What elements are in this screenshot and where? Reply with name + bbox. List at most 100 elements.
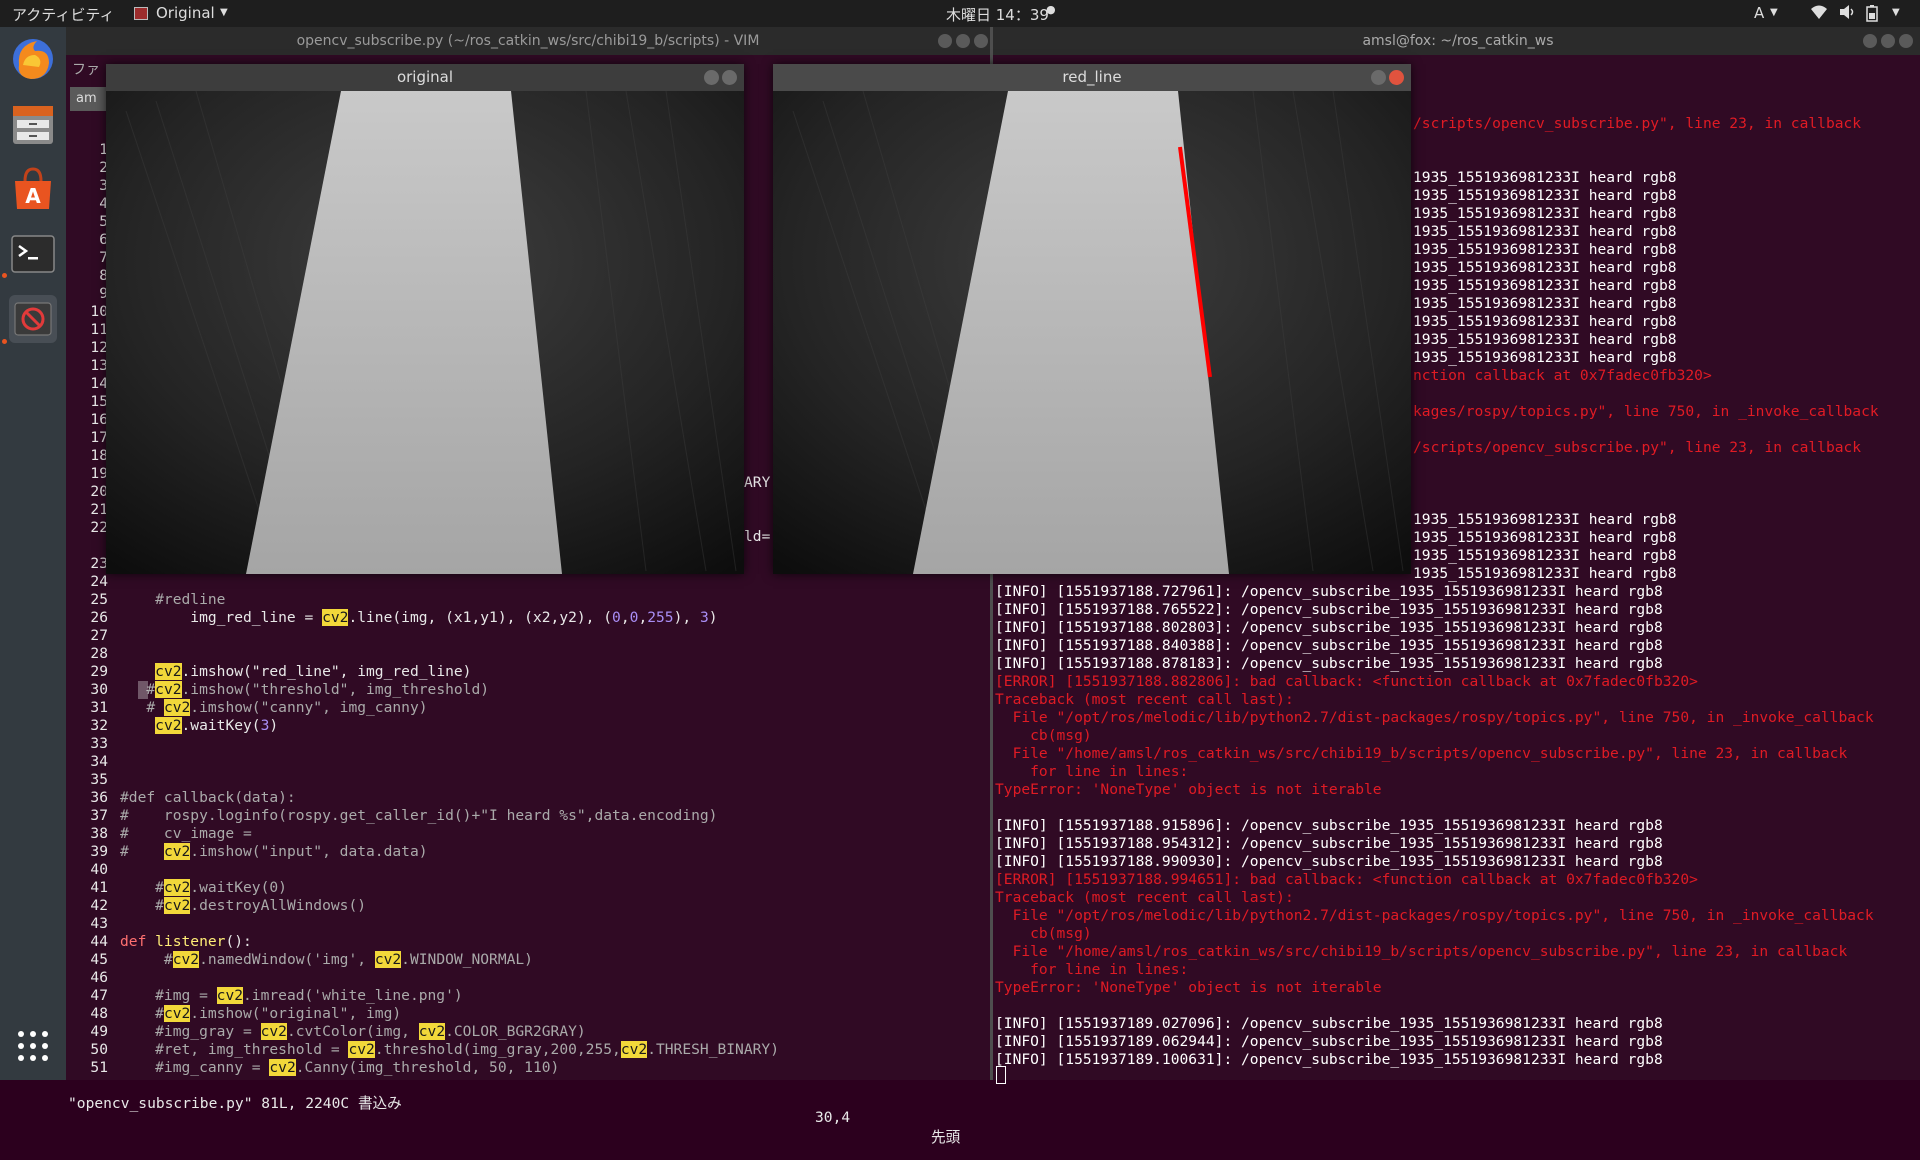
window-running-indicator xyxy=(2,339,7,344)
line-number-text: 4 xyxy=(99,195,108,212)
line-number: 3 xyxy=(66,177,108,195)
line-number-text: 6 xyxy=(99,231,108,248)
files-icon[interactable] xyxy=(9,100,57,148)
line-number: 23 xyxy=(66,555,108,573)
terminal-error-line: [ERROR] [1551937188.882806]: bad callbac… xyxy=(995,673,1698,690)
vim-close-button[interactable] xyxy=(974,34,988,48)
terminal-info-line: [INFO] [1551937188.954312]: /opencv_subs… xyxy=(995,835,1663,852)
software-center-icon[interactable]: A xyxy=(9,165,57,213)
line-number: 20 xyxy=(66,483,108,501)
dock: A xyxy=(0,27,66,1080)
line-number: 5 xyxy=(66,213,108,231)
firefox-icon[interactable] xyxy=(9,35,57,83)
original-title-bar[interactable]: original xyxy=(106,64,744,91)
original-image-window[interactable]: original xyxy=(106,64,744,574)
line-number-text: 3 xyxy=(99,177,108,194)
line-number: 26 xyxy=(66,609,108,627)
line-number: 45 xyxy=(66,951,108,969)
show-applications-icon[interactable] xyxy=(16,1029,50,1063)
terminal-info-line: 1935_1551936981233I heard rgb8 xyxy=(1413,349,1677,366)
no-entry-icon[interactable] xyxy=(9,295,57,343)
line-number-text: 13 xyxy=(90,357,108,374)
line-number: 4 xyxy=(66,195,108,213)
line-number-text: 21 xyxy=(90,501,108,518)
terminal-minimize-button[interactable] xyxy=(1863,34,1877,48)
terminal-error-line: Traceback (most recent call last): xyxy=(995,889,1294,906)
line-number: 36 xyxy=(66,789,108,807)
partial-text-line22: ld= xyxy=(744,528,771,545)
code-line-30: #cv2.imshow("threshold", img_threshold) xyxy=(120,681,490,698)
line-number: 27 xyxy=(66,627,108,645)
line-number-text: 7 xyxy=(99,249,108,266)
line-number-text: 20 xyxy=(90,483,108,500)
terminal-info-line: 1935_1551936981233I heard rgb8 xyxy=(1413,169,1677,186)
system-menu-chevron-icon[interactable]: ▼ xyxy=(1892,7,1900,18)
terminal-info-line: [INFO] [1551937188.990930]: /opencv_subs… xyxy=(995,853,1663,870)
notification-dot-icon: ● xyxy=(1046,3,1056,16)
terminal-error-line: File "/opt/ros/melodic/lib/python2.7/dis… xyxy=(995,907,1874,924)
activities-button[interactable]: アクティビティ xyxy=(12,4,114,25)
terminal-info-line: [INFO] [1551937188.840388]: /opencv_subs… xyxy=(995,637,1663,654)
line-number: 49 xyxy=(66,1023,108,1041)
line-number-text: 9 xyxy=(99,285,108,302)
input-method-indicator[interactable]: A xyxy=(1754,4,1764,22)
line-number: 37 xyxy=(66,807,108,825)
vim-title-bar[interactable]: opencv_subscribe.py (~/ros_catkin_ws/src… xyxy=(66,27,990,55)
line-number: 34 xyxy=(66,753,108,771)
code-line-49: #img_gray = cv2.cvtColor(img, cv2.COLOR_… xyxy=(120,1023,586,1040)
vim-minimize-button[interactable] xyxy=(938,34,952,48)
wifi-icon[interactable] xyxy=(1810,4,1828,24)
terminal-close-button[interactable] xyxy=(1899,34,1913,48)
line-number: 46 xyxy=(66,969,108,987)
line-number: 35 xyxy=(66,771,108,789)
battery-icon[interactable] xyxy=(1866,4,1878,26)
terminal-maximize-button[interactable] xyxy=(1881,34,1895,48)
terminal-icon[interactable] xyxy=(9,230,57,278)
line-number-text: 23 xyxy=(90,555,108,572)
vim-menu-file[interactable]: ファ xyxy=(72,62,100,78)
red-line-minimize-button[interactable] xyxy=(1371,70,1386,85)
terminal-title-bar[interactable]: amsl@fox: ~/ros_catkin_ws xyxy=(993,27,1920,55)
line-number: 47 xyxy=(66,987,108,1005)
terminal-error-line: File "/home/amsl/ros_catkin_ws/src/chibi… xyxy=(995,943,1848,960)
terminal-info-line: 1935_1551936981233I heard rgb8 xyxy=(1413,331,1677,348)
vim-tab[interactable]: am xyxy=(70,87,110,111)
partial-text-line19: ARY xyxy=(744,474,771,491)
red-line-title-bar[interactable]: red_line xyxy=(773,64,1411,91)
line-number: 28 xyxy=(66,645,108,663)
line-number-text: 8 xyxy=(99,267,108,284)
line-number: 22 xyxy=(66,519,108,537)
original-minimize-button[interactable] xyxy=(704,70,719,85)
line-number: 18 xyxy=(66,447,108,465)
line-number-text: 39 xyxy=(90,843,108,860)
terminal-info-line: 1935_1551936981233I heard rgb8 xyxy=(1413,187,1677,204)
code-line-50: #ret, img_threshold = cv2.threshold(img_… xyxy=(120,1041,779,1058)
line-number-text: 49 xyxy=(90,1023,108,1040)
line-number: 17 xyxy=(66,429,108,447)
line-number: 10 xyxy=(66,303,108,321)
line-number-text: 45 xyxy=(90,951,108,968)
terminal-info-line: [INFO] [1551937189.027096]: /opencv_subs… xyxy=(995,1015,1663,1032)
clock[interactable]: 木曜日 14：39 xyxy=(946,4,1049,25)
line-number: 42 xyxy=(66,897,108,915)
terminal-error-line: TypeError: 'NoneType' object is not iter… xyxy=(995,781,1382,798)
line-number-text: 42 xyxy=(90,897,108,914)
code-line-25: #redline xyxy=(120,591,226,608)
code-line-48: #cv2.imshow("original", img) xyxy=(120,1005,402,1022)
line-number-text: 29 xyxy=(90,663,108,680)
red-line-image-window[interactable]: red_line xyxy=(773,64,1411,574)
terminal-error-line: File "/opt/ros/melodic/lib/python2.7/dis… xyxy=(995,709,1874,726)
app-menu-icon xyxy=(134,7,148,20)
terminal-error-line: cb(msg) xyxy=(995,925,1092,942)
line-number-text: 47 xyxy=(90,987,108,1004)
code-line-31: # cv2.imshow("canny", img_canny) xyxy=(120,699,428,716)
red-line-close-button[interactable] xyxy=(1389,70,1404,85)
line-number-text: 32 xyxy=(90,717,108,734)
volume-icon[interactable] xyxy=(1838,4,1856,24)
code-line-37: # rospy.loginfo(rospy.get_caller_id()+"I… xyxy=(120,807,718,824)
terminal-info-line: [INFO] [1551937188.915896]: /opencv_subs… xyxy=(995,817,1663,834)
app-menu[interactable]: Original xyxy=(156,4,215,22)
line-number-text: 37 xyxy=(90,807,108,824)
vim-maximize-button[interactable] xyxy=(956,34,970,48)
original-close-button[interactable] xyxy=(722,70,737,85)
